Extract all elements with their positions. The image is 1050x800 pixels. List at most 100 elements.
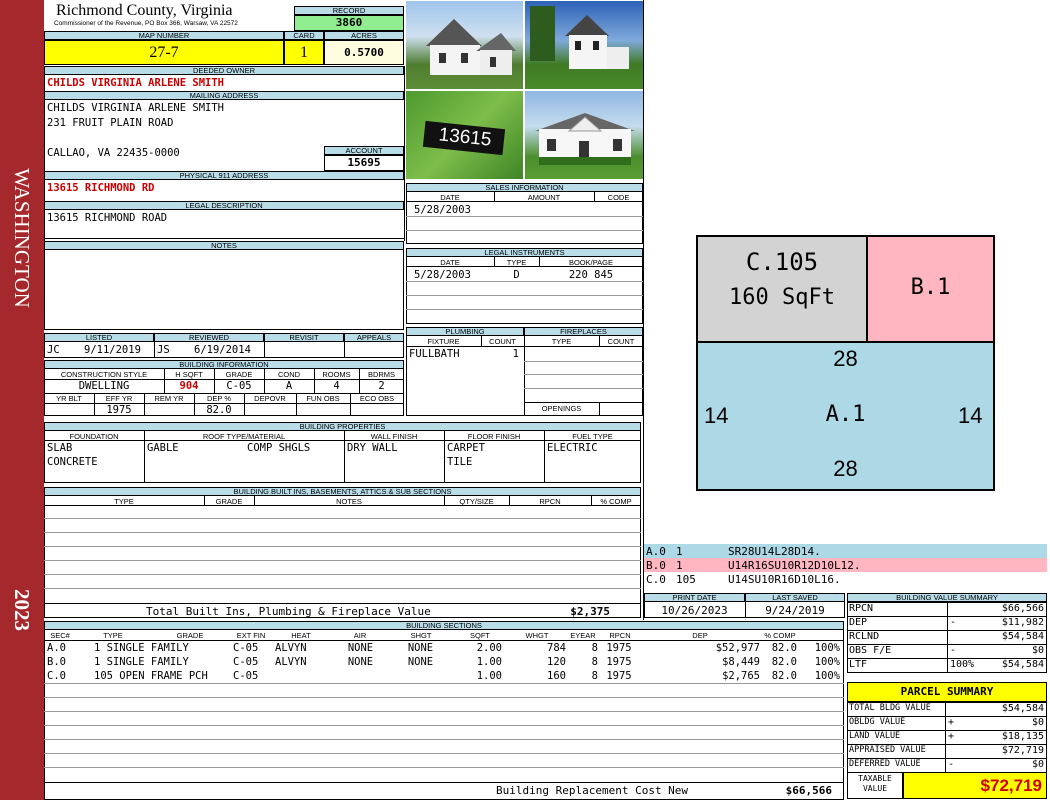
bi-col-depovr: DEPOVR — [254, 394, 286, 403]
sections-cell: $2,765 — [722, 670, 760, 682]
sections-col-1: TYPE — [103, 631, 123, 640]
vector-code: SR28U14L28D14. — [728, 545, 821, 558]
bi-effyr: 1975 — [106, 404, 132, 416]
sketch-b-label: B.1 — [910, 275, 951, 300]
account-header: ACCOUNT — [324, 146, 404, 155]
sections-cell: ALVYN — [275, 656, 307, 668]
photo-address-sign: 13615 — [406, 91, 523, 179]
sketch-c-label: C.105 — [745, 248, 819, 276]
bi-style: DWELLING — [78, 380, 130, 392]
parcel-k: LAND VALUE — [849, 731, 901, 741]
reviewed-header: REVIEWED — [154, 333, 264, 342]
sketch-a-label: A.1 — [825, 402, 866, 427]
sections-cell: $8,449 — [722, 656, 760, 668]
sketch-dim-left: 14 — [704, 403, 729, 428]
sections-cell: 105 OPEN FRAME PCH — [94, 670, 208, 682]
sections-col-5: AIR — [353, 631, 367, 640]
li-row-type: D — [513, 269, 520, 281]
sections-cell: 1975 — [606, 656, 632, 668]
reviewed-by: JS — [157, 344, 170, 356]
taxable-label-1: TAXABLE — [858, 774, 892, 783]
sections-cell: C.0 — [47, 670, 66, 682]
vector-sec: B.0 — [646, 559, 666, 572]
parcel-v: $0 — [1031, 759, 1044, 770]
map-number: 27-7 — [44, 40, 284, 65]
sketch-c-area: 160 SqFt — [729, 285, 835, 310]
sections-cell: C-05 — [233, 656, 259, 668]
notes-area — [44, 250, 404, 330]
sections-cell: 1.00 — [476, 670, 502, 682]
props-wall: DRY WALL — [347, 442, 398, 454]
bi-col-rooms: ROOMS — [322, 370, 351, 379]
bi-hsqft: 904 — [179, 380, 199, 392]
sketch-dim-bottom: 28 — [833, 456, 858, 481]
builtins-header: BUILDING BUILT INS, BASEMENTS, ATTICS & … — [44, 487, 641, 496]
map-header: MAP NUMBER — [44, 31, 284, 40]
plumb-col-count: COUNT — [489, 337, 516, 346]
bi-col-style: CONSTRUCTION STYLE — [60, 370, 148, 379]
bi-col-funobs: FUN OBS — [306, 394, 340, 403]
plumb-count: 1 — [512, 348, 519, 360]
record-header: RECORD — [294, 6, 404, 15]
sections-cell: 100% — [814, 642, 840, 654]
props-roof-type: GABLE — [147, 442, 179, 454]
sketch-dim-right: 14 — [958, 403, 983, 428]
legal-inst-table — [406, 257, 643, 324]
sections-cell: NONE — [347, 656, 374, 668]
mailing-line-2: 231 FRUIT PLAIN ROAD — [47, 117, 174, 129]
fire-col-type: TYPE — [551, 337, 572, 346]
parcel-v: $18,135 — [1001, 731, 1044, 742]
vector-code: U14SU10R16D10L16. — [728, 573, 841, 586]
parcel-v: $72,719 — [1001, 745, 1044, 756]
sections-col-6: SHGT — [410, 631, 432, 640]
li-row-date: 5/28/2003 — [414, 269, 471, 281]
taxable-label-2: VALUE — [862, 784, 888, 793]
vector-n: 105 — [676, 573, 696, 586]
house-rear-image — [535, 113, 635, 165]
photo-house-front — [406, 1, 523, 89]
sections-cell: ALVYN — [275, 642, 307, 654]
sections-cell: 82.0 — [771, 670, 797, 682]
sections-cell: 100% — [814, 670, 840, 682]
props-foundation-2: CONCRETE — [47, 456, 98, 468]
parcel-k: TOTAL BLDG VALUE — [849, 703, 931, 713]
mailing-header: MAILING ADDRESS — [44, 91, 404, 100]
sections-cell: C-05 — [233, 670, 259, 682]
listed-by: JC — [47, 344, 60, 356]
physical-address: 13615 RICHMOND RD — [47, 182, 155, 194]
bi-col-cond: COND — [277, 370, 301, 379]
card-number: 1 — [284, 40, 324, 65]
parcel-summary-title: PARCEL SUMMARY — [847, 682, 1047, 702]
bi-col-yrblt: YR BLT — [56, 394, 82, 403]
bi-grade: C-05 — [226, 380, 252, 392]
props-floor-2: TILE — [447, 456, 473, 468]
bi-col-ecoobs: ECO OBS — [359, 394, 395, 403]
mailing-line-1: CHILDS VIRGINIA ARLENE SMITH — [47, 102, 225, 114]
vector-sec: C.0 — [646, 573, 666, 586]
physical-header: PHYSICAL 911 ADDRESS — [44, 171, 404, 180]
bldg-info-header: BUILDING INFORMATION — [44, 360, 404, 369]
sections-cell: 784 — [547, 642, 566, 654]
bvs-k: LTF — [849, 659, 868, 670]
sections-cell: 1.00 — [476, 656, 502, 668]
sections-cell: 1975 — [606, 642, 632, 654]
notes-header: NOTES — [44, 241, 404, 250]
sections-cell: 1975 — [606, 670, 632, 682]
owner-header: DEEDED OWNER — [44, 66, 404, 75]
record-value: 3860 — [294, 15, 404, 31]
fire-col-count: COUNT — [607, 337, 635, 346]
sections-cell: NONE — [407, 656, 434, 668]
commissioner-line: Commissioner of the Revenue, PO Box 366,… — [54, 20, 238, 27]
fireplaces-header: FIREPLACES — [524, 327, 643, 336]
li-row-book: 220 845 — [568, 269, 614, 281]
parcel-v: $54,584 — [1001, 703, 1044, 714]
replacement-label: Building Replacement Cost New — [496, 784, 689, 797]
acres-value: 0.5700 — [324, 40, 404, 65]
year-label: 2023 — [10, 589, 34, 631]
sections-col-10: RPCN — [609, 631, 631, 640]
sections-cell: 100% — [814, 656, 840, 668]
replacement-value: $66,566 — [785, 784, 832, 797]
bvs-header: BUILDING VALUE SUMMARY — [847, 593, 1047, 602]
revisit-header: REVISIT — [264, 333, 344, 342]
props-floor-1: CARPET — [447, 442, 485, 454]
